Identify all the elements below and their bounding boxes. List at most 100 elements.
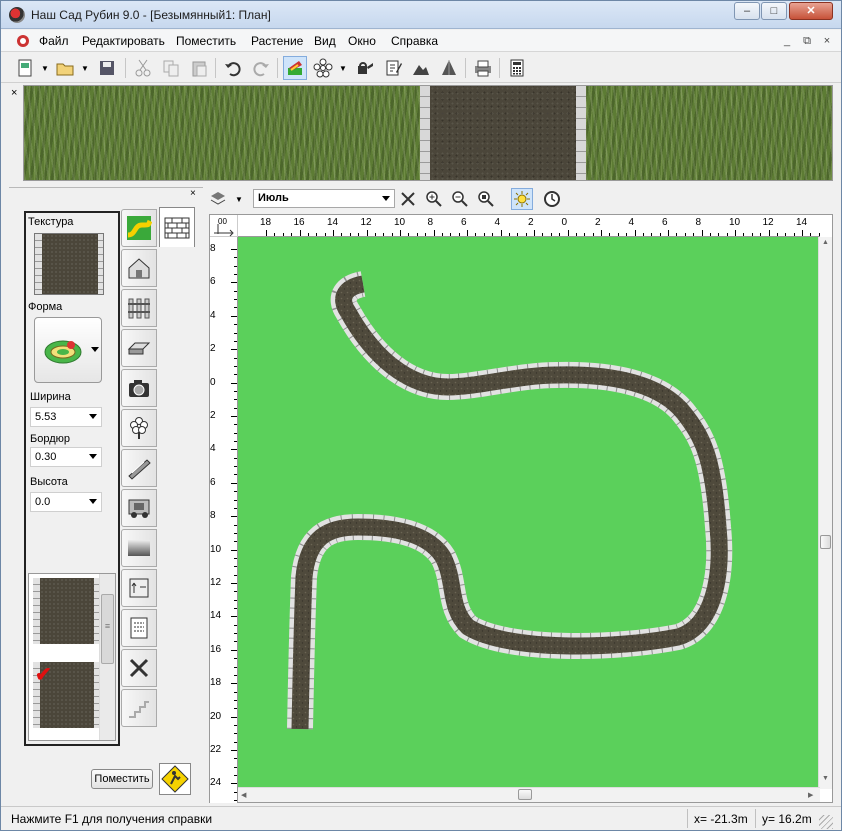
tab-camera[interactable] xyxy=(121,369,157,407)
shape-icon[interactable] xyxy=(437,56,461,80)
month-value: Июль xyxy=(258,192,289,204)
redo-icon[interactable] xyxy=(249,56,273,80)
ruler-minor-tick xyxy=(559,233,561,236)
watering-icon[interactable] xyxy=(353,56,377,80)
path-texture xyxy=(430,86,576,180)
list-item-selected[interactable]: ✔ xyxy=(33,662,101,728)
ruler-tick xyxy=(668,230,669,236)
minimize-button[interactable]: – xyxy=(734,2,760,20)
resize-grip-icon[interactable] xyxy=(819,815,833,829)
ruler-minor-tick xyxy=(316,233,318,236)
maximize-button[interactable]: □ xyxy=(761,2,787,20)
toolbar-separator xyxy=(499,58,500,78)
tab-buildings[interactable] xyxy=(121,249,157,287)
tab-walls[interactable] xyxy=(121,449,157,487)
document-icon[interactable] xyxy=(15,33,31,49)
scroll-right-icon[interactable]: ▶ xyxy=(808,791,813,799)
zoom-out-icon[interactable] xyxy=(449,188,471,210)
vertical-scrollbar[interactable]: ▲ ▼ xyxy=(818,237,832,789)
ruler-minor-tick xyxy=(234,800,237,802)
shape-selector[interactable] xyxy=(34,317,102,383)
menu-plant[interactable]: Растение xyxy=(251,34,303,48)
preview-close-button[interactable]: × xyxy=(11,87,17,99)
texture-list-scrollbar[interactable]: ≡ xyxy=(99,574,115,740)
construction-icon[interactable] xyxy=(159,763,191,795)
menu-edit[interactable]: Редактировать xyxy=(82,34,165,48)
new-icon[interactable] xyxy=(13,56,37,80)
sun-icon[interactable] xyxy=(511,188,533,210)
layers-dropdown-icon[interactable]: ▼ xyxy=(235,196,243,204)
scrollbar-grip[interactable]: ≡ xyxy=(101,594,114,664)
undo-icon[interactable] xyxy=(221,56,245,80)
width-label: Ширина xyxy=(30,391,71,403)
tab-plants[interactable] xyxy=(121,409,157,447)
tab-brick[interactable] xyxy=(159,207,195,247)
menu-file[interactable]: Файл xyxy=(39,34,69,48)
scroll-down-icon[interactable]: ▼ xyxy=(822,775,829,782)
tab-paths[interactable] xyxy=(121,209,157,247)
copy-icon[interactable] xyxy=(159,56,183,80)
tab-equipment[interactable] xyxy=(121,489,157,527)
zoom-in-icon[interactable] xyxy=(423,188,445,210)
garden-plan[interactable] xyxy=(238,237,820,787)
tab-furniture[interactable] xyxy=(121,329,157,367)
flower-icon[interactable] xyxy=(311,56,335,80)
open-icon[interactable] xyxy=(53,56,77,80)
list-item[interactable] xyxy=(33,578,101,644)
ruler-tick xyxy=(231,750,237,751)
scroll-left-icon[interactable]: ◀ xyxy=(241,791,246,799)
new-dropdown-icon[interactable]: ▼ xyxy=(41,65,49,73)
panel-header xyxy=(9,187,203,199)
month-select[interactable]: Июль xyxy=(253,189,395,208)
ruler-minor-tick xyxy=(291,233,293,236)
tab-stairs[interactable] xyxy=(121,689,157,727)
menu-place[interactable]: Поместить xyxy=(176,34,236,48)
layers-icon[interactable] xyxy=(207,188,229,210)
tab-fences[interactable] xyxy=(121,289,157,327)
place-button[interactable]: Поместить xyxy=(91,769,153,789)
close-button[interactable]: ✕ xyxy=(789,2,833,20)
border-select[interactable]: 0.30 xyxy=(30,447,102,467)
paste-icon[interactable] xyxy=(187,56,211,80)
ruler-minor-tick xyxy=(234,574,237,576)
pan-tool-icon[interactable] xyxy=(397,188,419,210)
open-dropdown-icon[interactable]: ▼ xyxy=(81,65,89,73)
ruler-tick-label: 4 xyxy=(628,217,635,228)
menu-window[interactable]: Окно xyxy=(348,34,376,48)
vertical-scroll-thumb[interactable] xyxy=(820,535,831,549)
mdi-restore-button[interactable]: ⧉ xyxy=(799,34,815,48)
scroll-up-icon[interactable]: ▲ xyxy=(822,239,829,246)
menu-help[interactable]: Справка xyxy=(391,34,438,48)
shape-label: Форма xyxy=(28,301,63,313)
ruler-minor-tick xyxy=(234,274,237,276)
panel-close-button[interactable]: × xyxy=(190,188,196,199)
horizontal-scrollbar[interactable]: ◀ ▶ xyxy=(238,787,820,802)
shape-dropdown-icon[interactable] xyxy=(91,347,99,352)
height-select[interactable]: 0.0 xyxy=(30,492,102,512)
tab-gradients[interactable] xyxy=(121,529,157,567)
landscape-tool-icon[interactable] xyxy=(283,56,307,80)
flower-dropdown-icon[interactable]: ▼ xyxy=(339,65,347,73)
tab-measure[interactable] xyxy=(121,569,157,607)
tab-notes[interactable] xyxy=(121,609,157,647)
notes-icon[interactable] xyxy=(381,56,405,80)
texture-selector[interactable] xyxy=(34,233,104,295)
tab-tools[interactable] xyxy=(121,649,157,687)
growth-timer-icon[interactable] xyxy=(541,188,563,210)
mdi-close-button[interactable]: × xyxy=(819,34,835,48)
texture-list[interactable]: ✔ ≡ xyxy=(28,573,116,741)
save-icon[interactable] xyxy=(95,56,119,80)
print-icon[interactable] xyxy=(471,56,495,80)
calculator-icon[interactable] xyxy=(505,56,529,80)
ruler-tick xyxy=(231,783,237,785)
garden-path[interactable] xyxy=(287,271,733,730)
zoom-fit-icon[interactable] xyxy=(475,188,497,210)
horizontal-scroll-thumb[interactable] xyxy=(518,789,532,800)
ruler-minor-tick xyxy=(234,257,237,259)
menu-view[interactable]: Вид xyxy=(314,34,336,48)
width-select[interactable]: 5.53 xyxy=(30,407,102,427)
terrain-icon[interactable] xyxy=(409,56,433,80)
cut-icon[interactable] xyxy=(131,56,155,80)
grass-texture xyxy=(24,86,420,180)
mdi-minimize-button[interactable]: _ xyxy=(779,34,795,48)
